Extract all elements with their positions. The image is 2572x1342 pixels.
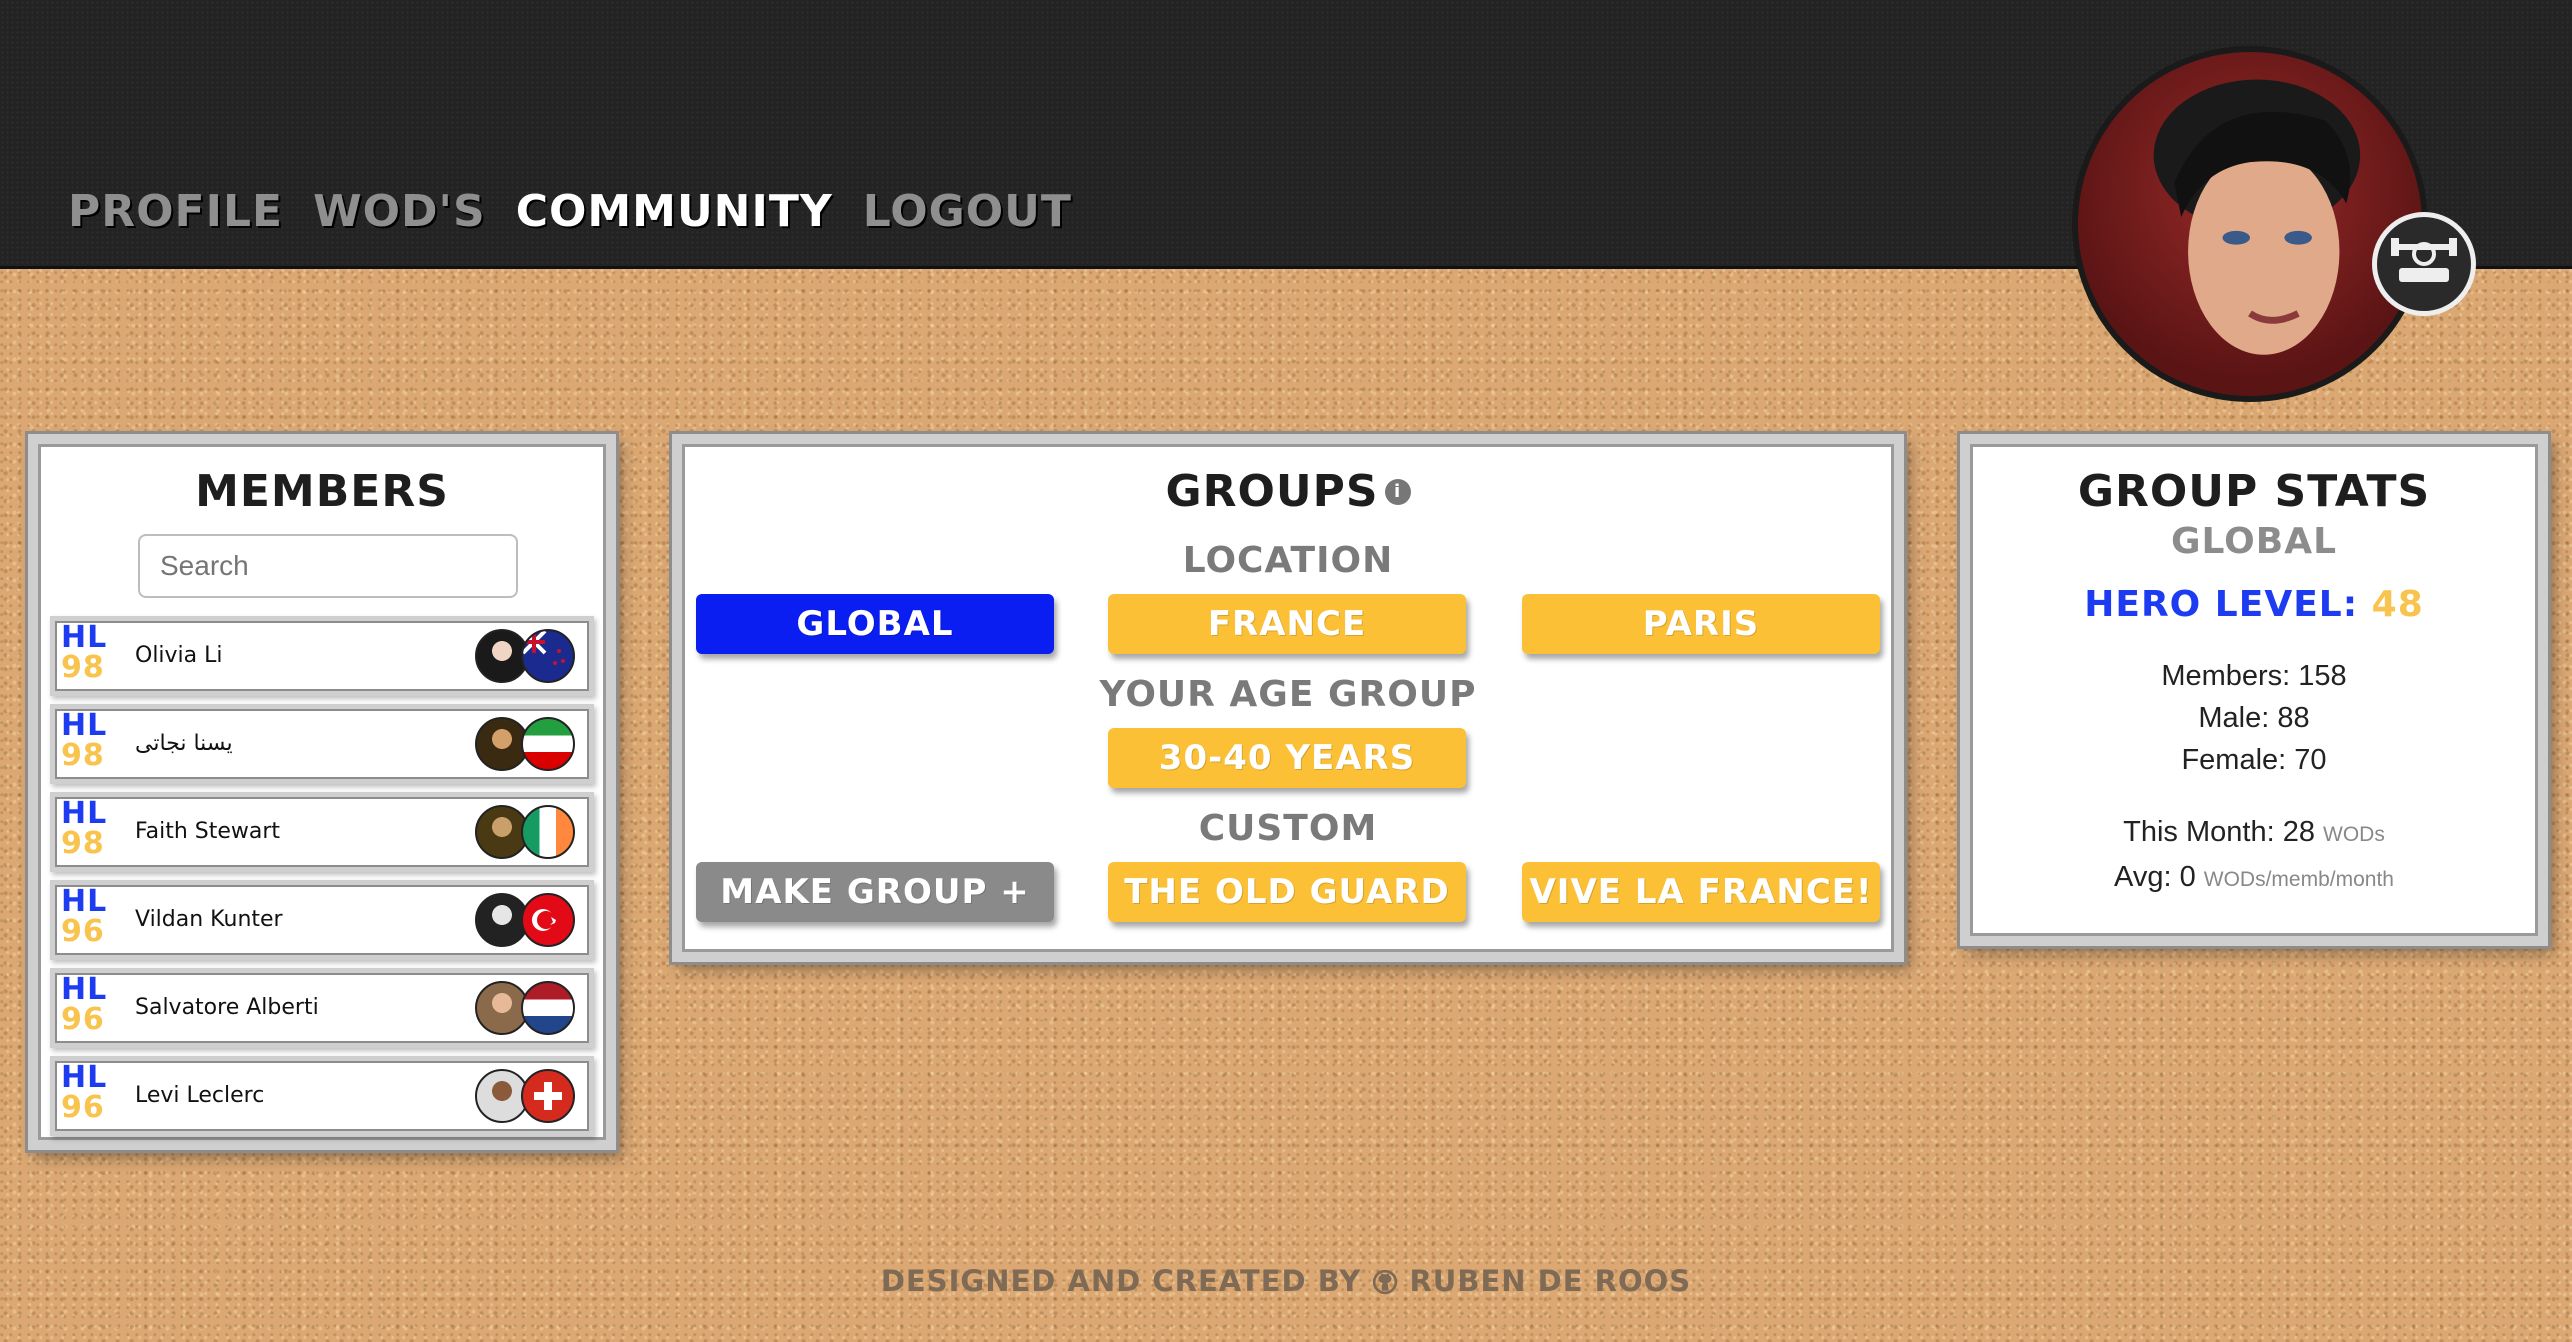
hl-label: HL <box>61 884 108 919</box>
nav-logout[interactable]: LOGOUT <box>863 186 1072 237</box>
new-zealand-flag-icon <box>521 629 575 683</box>
iran-flag-icon <box>521 717 575 771</box>
stat-members: Members: 158 <box>2161 660 2347 692</box>
hl-value: 96 <box>61 914 105 949</box>
hero-level-tag: HL 98 <box>61 799 121 859</box>
profile-portrait-icon <box>2153 79 2361 355</box>
kettlebell-logo-icon <box>2391 238 2457 282</box>
member-name: Faith Stewart <box>135 819 281 844</box>
member-row[interactable]: HL 96 Salvatore Alberti <box>50 968 594 1048</box>
hl-label: HL <box>61 1060 108 1095</box>
member-row[interactable]: HL 98 Faith Stewart <box>50 792 594 872</box>
group-button-vive-la-france[interactable]: VIVE LA FRANCE! <box>1522 862 1880 922</box>
group-button-old-guard[interactable]: THE OLD GUARD <box>1108 862 1466 922</box>
stat-this-month: This Month: 28 WODs <box>1970 811 2538 856</box>
members-title: MEMBERS <box>195 466 449 517</box>
hl-value: 98 <box>61 650 105 685</box>
this-month-value: This Month: 28 <box>2123 816 2315 848</box>
footer-author-link[interactable]: RUBEN DE ROOS <box>1409 1264 1691 1298</box>
hl-label: HL <box>61 972 108 1007</box>
hl-label: HL <box>61 796 108 831</box>
group-button-age[interactable]: 30-40 YEARS <box>1108 728 1466 788</box>
hero-level-tag: HL 98 <box>61 711 121 771</box>
member-list: HL 98 Olivia Li HL 98 يسنا نجاتی HL 98 F… <box>50 616 594 1144</box>
groups-header: GROUPS i <box>682 466 1894 517</box>
groups-title: GROUPS <box>1165 466 1379 517</box>
footer: DESIGNED AND CREATED BY RUBEN DE ROOS <box>0 1264 2572 1298</box>
stat-female: Female: 70 <box>2181 744 2327 776</box>
hl-value: 96 <box>61 1002 105 1037</box>
nav-profile[interactable]: PROFILE <box>68 186 283 237</box>
stat-male: Male: 88 <box>2198 702 2310 734</box>
group-button-global[interactable]: GLOBAL <box>696 594 1054 654</box>
age-group-label: YOUR AGE GROUP <box>1099 674 1477 715</box>
hero-level-tag: HL 96 <box>61 975 121 1035</box>
nav-community[interactable]: COMMUNITY <box>516 186 833 237</box>
hl-label: HL <box>61 620 108 655</box>
turkey-flag-icon <box>521 893 575 947</box>
info-icon[interactable]: i <box>1384 478 1411 505</box>
member-row[interactable]: HL 96 Vildan Kunter <box>50 880 594 960</box>
switzerland-flag-icon <box>521 1069 575 1123</box>
group-stats-title: GROUP STATS <box>2077 466 2431 517</box>
group-button-france[interactable]: FRANCE <box>1108 594 1466 654</box>
custom-label: CUSTOM <box>1198 808 1378 849</box>
stats-scope: GLOBAL <box>2170 521 2338 562</box>
member-row[interactable]: HL 98 يسنا نجاتی <box>50 704 594 784</box>
group-button-paris[interactable]: PARIS <box>1522 594 1880 654</box>
member-name: Salvatore Alberti <box>135 995 319 1020</box>
profile-avatar[interactable] <box>2072 46 2428 402</box>
main-nav: PROFILE WOD'S COMMUNITY LOGOUT <box>68 186 1072 237</box>
hero-level-tag: HL 96 <box>61 1063 121 1123</box>
member-row[interactable]: HL 96 Levi Leclerc <box>50 1056 594 1136</box>
make-group-button[interactable]: MAKE GROUP + <box>696 862 1054 922</box>
avg-unit: WODs/memb/month <box>2203 868 2394 891</box>
this-month-unit: WODs <box>2323 823 2385 846</box>
netherlands-flag-icon <box>521 981 575 1035</box>
hl-value: 98 <box>61 738 105 773</box>
location-label: LOCATION <box>1182 540 1394 581</box>
hero-level-value: 48 <box>2371 584 2424 625</box>
member-name: Vildan Kunter <box>135 907 283 932</box>
ireland-flag-icon <box>521 805 575 859</box>
groups-panel: GROUPS i LOCATION GLOBAL FRANCE PARIS YO… <box>672 434 1904 962</box>
hl-value: 96 <box>61 1090 105 1125</box>
stat-average: Avg: 0 WODs/memb/month <box>1970 856 2538 901</box>
hl-label: HL <box>61 708 108 743</box>
member-search-input[interactable] <box>138 534 518 598</box>
hero-level-tag: HL 96 <box>61 887 121 947</box>
group-stats-panel: GROUP STATS GLOBAL HERO LEVEL: 48 Member… <box>1960 434 2548 946</box>
footer-text: DESIGNED AND CREATED BY <box>880 1264 1362 1298</box>
avg-value: Avg: 0 <box>2114 861 2196 893</box>
hero-level-tag: HL 98 <box>61 623 121 683</box>
github-icon[interactable] <box>1372 1269 1398 1295</box>
members-panel: MEMBERS HL 98 Olivia Li HL 98 يسنا نجاتی <box>28 434 616 1150</box>
hero-community-badge <box>2372 212 2476 316</box>
hero-level-label: HERO LEVEL: <box>2084 584 2359 625</box>
member-name: Olivia Li <box>135 643 223 668</box>
member-name: Levi Leclerc <box>135 1083 265 1108</box>
hl-value: 98 <box>61 826 105 861</box>
member-name: يسنا نجاتی <box>135 731 233 756</box>
nav-wods[interactable]: WOD'S <box>313 186 486 237</box>
hero-level: HERO LEVEL: 48 <box>1970 584 2538 625</box>
member-row[interactable]: HL 98 Olivia Li <box>50 616 594 696</box>
